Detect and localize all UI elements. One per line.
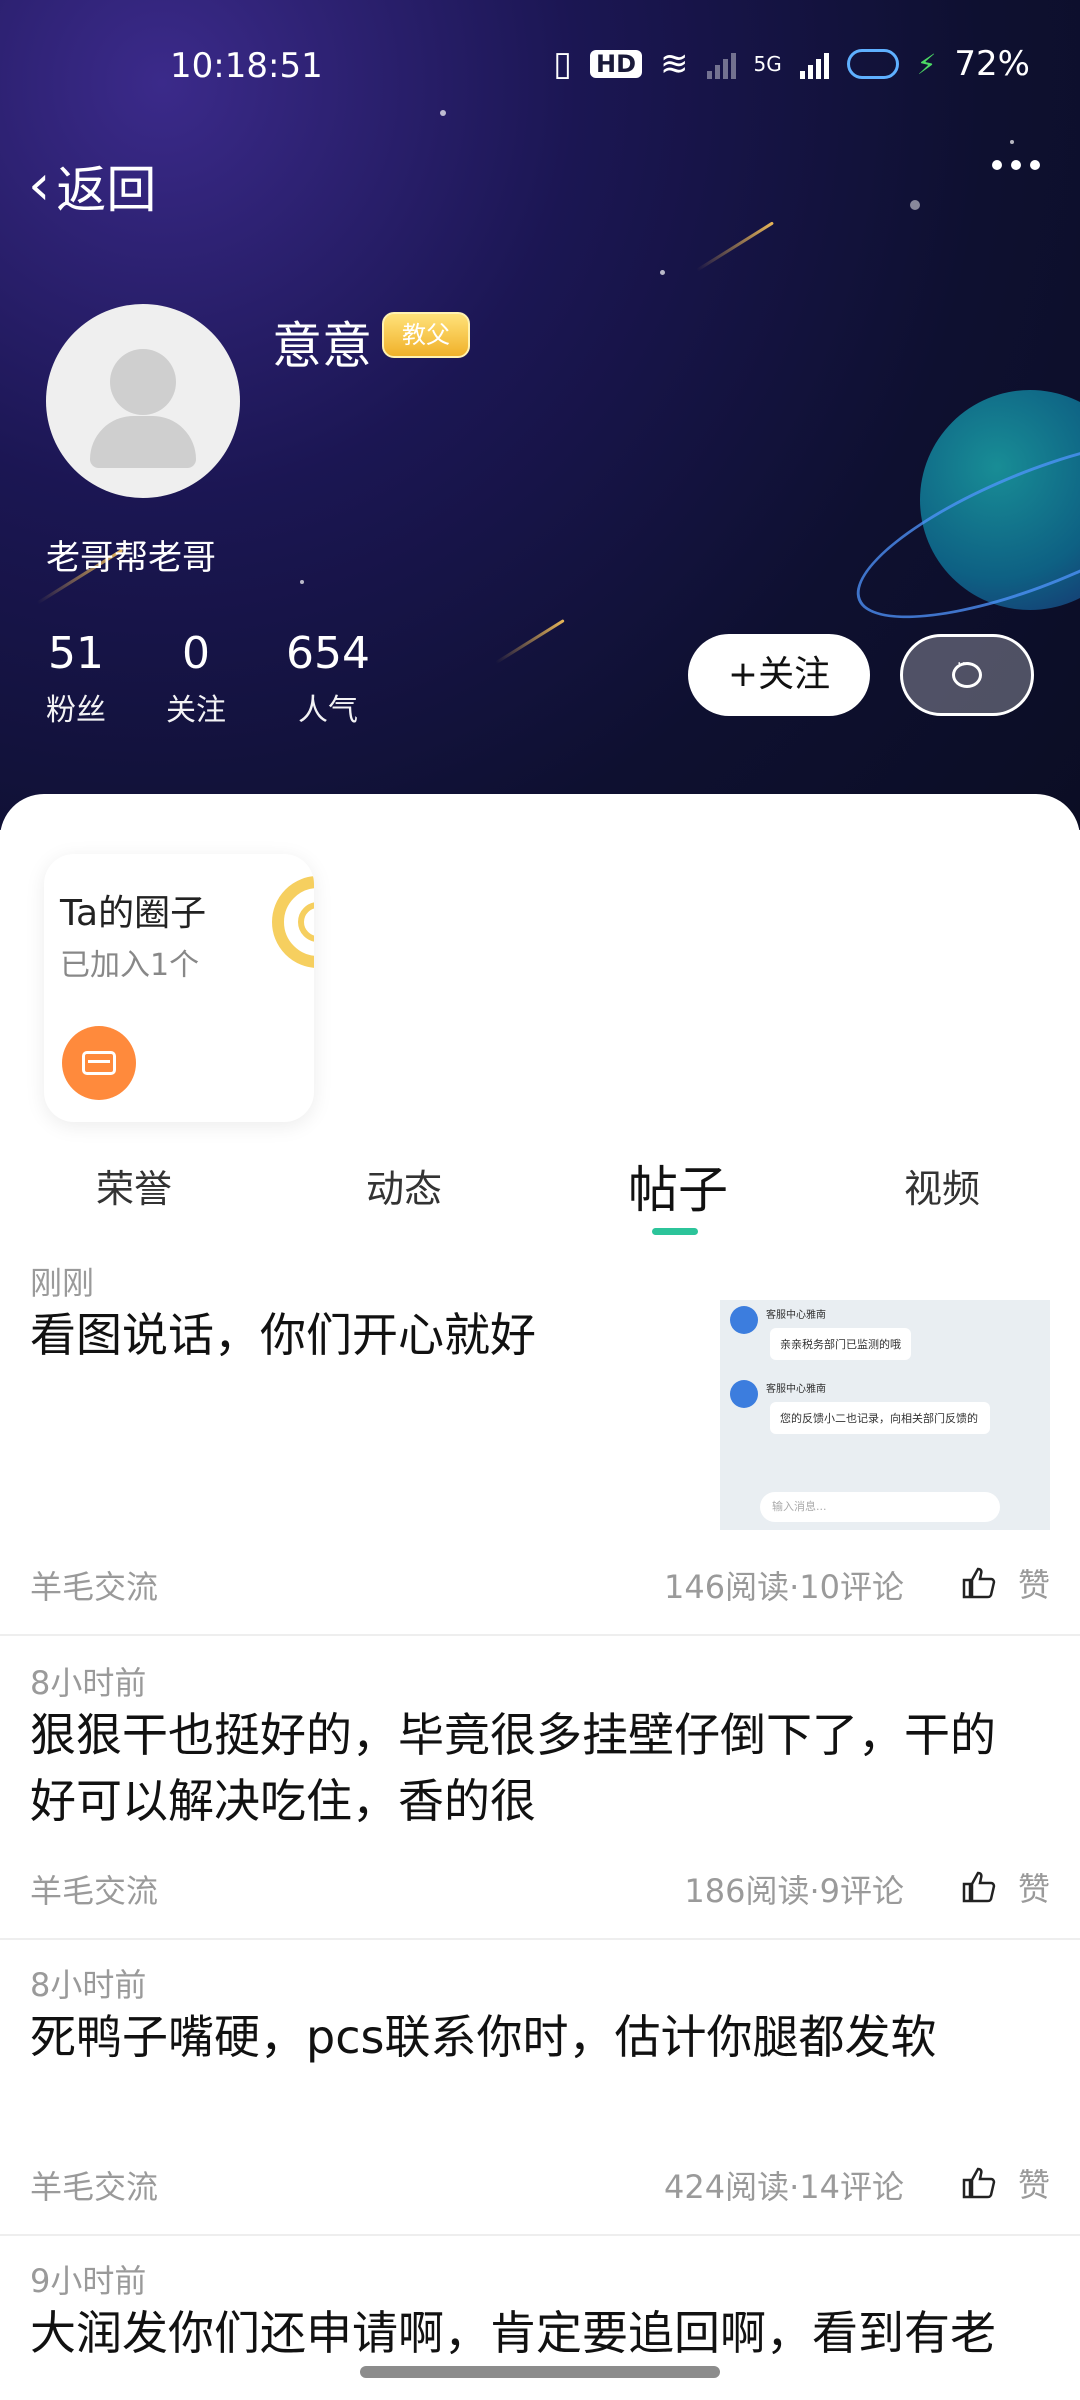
rank-badge: 教父 [382, 312, 470, 358]
post-stats: 146阅读·10评论 [664, 1568, 904, 1606]
like-label: 赞 [1017, 1870, 1050, 1908]
stat-following[interactable]: 0 关注 [166, 628, 226, 729]
dot-icon [992, 160, 1002, 170]
like-button[interactable]: 赞 [962, 1864, 1050, 1910]
user-bio: 老哥帮老哥 [46, 538, 216, 578]
tab-activity[interactable]: 动态 [366, 1158, 442, 1213]
post-title: 看图说话，你们开心就好 [30, 1308, 536, 1362]
divider [0, 1634, 1080, 1636]
stat-value: 51 [48, 628, 104, 679]
like-button[interactable]: 赞 [962, 2160, 1050, 2206]
like-label: 赞 [1017, 2166, 1050, 2204]
post-title: 大润发你们还申请啊，肯定要追回啊，看到有老 [30, 2306, 996, 2360]
thumbnail-sender: 客服中心雅南 [766, 1310, 826, 1321]
stat-popularity: 654 人气 [286, 628, 370, 729]
thumbnail-input: 输入消息... [760, 1492, 1000, 1522]
meteor-decoration [696, 221, 774, 272]
circle-card-subtitle: 已加入1个 [60, 948, 200, 983]
thumbs-up-icon [962, 2167, 996, 2199]
post-title-line: 狠狠干也挺好的，毕竟很多挂壁仔倒下了，干的 [30, 1708, 996, 1762]
follow-button[interactable]: +关注 [688, 634, 870, 716]
thumbs-up-icon [962, 1567, 996, 1599]
post-category[interactable]: 羊毛交流 [30, 1866, 158, 1912]
vibrate-icon: ▯ [553, 44, 572, 84]
home-indicator[interactable] [360, 2366, 720, 2378]
post-time: 8小时前 [30, 1664, 147, 1702]
thumbs-up-icon [962, 1871, 996, 1903]
charging-icon: ⚡ [916, 47, 937, 81]
more-options-button[interactable] [992, 160, 1040, 170]
tab-honors[interactable]: 荣誉 [96, 1158, 172, 1213]
avatar-icon [730, 1306, 758, 1334]
tab-posts[interactable]: 帖子 [628, 1150, 728, 1222]
dot-icon [1030, 160, 1040, 170]
thumbnail-message: 您的反馈小二也记录，向相关部门反馈的 [770, 1402, 990, 1434]
tab-videos[interactable]: 视频 [904, 1158, 980, 1213]
avatar-icon [730, 1380, 758, 1408]
star-decoration [1010, 140, 1014, 144]
dot-icon [1011, 160, 1021, 170]
back-label: 返回 [56, 161, 157, 219]
stat-label: 关注 [166, 693, 226, 728]
meteor-decoration [495, 619, 565, 664]
post-stats: 424阅读·14评论 [664, 2168, 904, 2206]
post-thumbnail[interactable]: 客服中心雅南 亲亲税务部门已监测的哦 客服中心雅南 您的反馈小二也记录，向相关部… [720, 1300, 1050, 1530]
star-decoration [300, 580, 304, 584]
stat-label: 人气 [297, 693, 358, 728]
post-time: 9小时前 [30, 2262, 147, 2300]
post-category[interactable]: 羊毛交流 [30, 1562, 158, 1608]
post-stats: 186阅读·9评论 [684, 1872, 904, 1910]
like-button[interactable]: 赞 [962, 1560, 1050, 1606]
post-title-line: 好可以解决吃住，香的很 [30, 1774, 536, 1828]
star-decoration [910, 200, 920, 210]
signal-icon [799, 49, 829, 79]
post-title: 死鸭子嘴硬，pcs联系你时，估计你腿都发软 [30, 2010, 937, 2064]
thumbnail-sender: 客服中心雅南 [766, 1384, 826, 1395]
divider [0, 1938, 1080, 1940]
thumbnail-message: 亲亲税务部门已监测的哦 [770, 1328, 911, 1360]
wallet-icon [62, 1026, 136, 1100]
status-time: 10:18:51 [170, 46, 323, 86]
network-type: 5G [753, 52, 782, 76]
wifi-icon: ≋ [660, 44, 689, 84]
signal-icon [706, 49, 736, 79]
divider [0, 2234, 1080, 2236]
username: 意意 [272, 317, 372, 375]
stat-fans[interactable]: 51 粉丝 [46, 628, 106, 729]
stat-value: 0 [182, 628, 210, 679]
circle-decoration-icon [272, 876, 314, 968]
battery-percent: 72% [954, 44, 1030, 84]
active-tab-indicator [652, 1228, 698, 1235]
status-icons: ▯ HD ≋ 5G ⚡ 72% [553, 44, 1030, 84]
stat-label: 粉丝 [46, 693, 106, 728]
chat-bubble-icon [952, 656, 982, 688]
post-category[interactable]: 羊毛交流 [30, 2162, 158, 2208]
post-time: 8小时前 [30, 1966, 147, 2004]
avatar-placeholder-icon [110, 349, 176, 415]
message-button[interactable] [900, 634, 1034, 716]
star-decoration [660, 270, 665, 275]
like-label: 赞 [1017, 1566, 1050, 1604]
back-button[interactable]: ‹ 返回 [28, 150, 156, 222]
circle-card[interactable]: Ta的圈子 已加入1个 [44, 854, 314, 1122]
hd-badge: HD [590, 50, 643, 78]
star-decoration [440, 110, 446, 116]
tab-bar: 荣誉 动态 帖子 视频 [0, 1150, 1080, 1240]
chevron-left-icon: ‹ [28, 153, 51, 218]
profile-page: 10:18:51 ▯ HD ≋ 5G ⚡ 72% ‹ 返回 意意 教父 老哥帮老… [0, 0, 1080, 2400]
cloud-icon [846, 49, 899, 79]
avatar[interactable] [46, 304, 240, 498]
post-time: 刚刚 [30, 1264, 95, 1302]
circle-card-title: Ta的圈子 [60, 893, 207, 934]
stat-value: 654 [286, 628, 370, 679]
